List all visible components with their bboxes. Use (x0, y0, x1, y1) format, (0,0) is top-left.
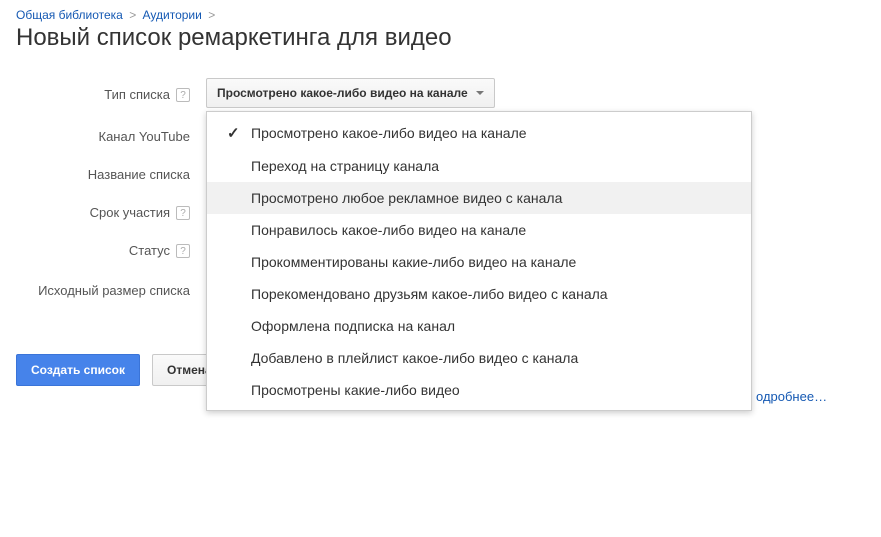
breadcrumb-sep: > (208, 8, 215, 22)
label-list-type: Тип списка (104, 86, 170, 104)
dropdown-menu: ✓Просмотрено какое-либо видео на каналеП… (206, 111, 752, 411)
chevron-down-icon (476, 91, 484, 95)
dropdown-option-label: Порекомендовано друзьям какое-либо видео… (251, 286, 608, 302)
dropdown-option-label: Понравилось какое-либо видео на канале (251, 222, 526, 238)
dropdown-option[interactable]: Просмотрено любое рекламное видео с кана… (207, 182, 751, 214)
breadcrumb: Общая библиотека > Аудитории > (16, 8, 865, 22)
label-list-name: Название списка (88, 166, 190, 184)
checkmark-icon: ✓ (227, 124, 251, 142)
dropdown-option[interactable]: ✓Просмотрено какое-либо видео на канале (207, 116, 751, 150)
help-icon[interactable]: ? (176, 244, 190, 258)
label-youtube-channel: Канал YouTube (99, 128, 191, 146)
dropdown-option[interactable]: Понравилось какое-либо видео на канале (207, 214, 751, 246)
create-list-button[interactable]: Создать список (16, 354, 140, 386)
dropdown-option-label: Прокомментированы какие-либо видео на ка… (251, 254, 576, 270)
form-area: Тип списка ? Просмотрено какое-либо виде… (16, 78, 865, 300)
breadcrumb-sep: > (129, 8, 136, 22)
list-type-dropdown[interactable]: Просмотрено какое-либо видео на канале (206, 78, 495, 108)
dropdown-option-label: Просмотрены какие-либо видео (251, 382, 460, 398)
dropdown-option[interactable]: Прокомментированы какие-либо видео на ка… (207, 246, 751, 278)
breadcrumb-library-link[interactable]: Общая библиотека (16, 8, 123, 22)
breadcrumb-audiences-link[interactable]: Аудитории (143, 8, 202, 22)
dropdown-option[interactable]: Просмотрены какие-либо видео (207, 374, 751, 406)
help-icon[interactable]: ? (176, 206, 190, 220)
dropdown-option[interactable]: Порекомендовано друзьям какое-либо видео… (207, 278, 751, 310)
dropdown-option-label: Оформлена подписка на канал (251, 318, 455, 334)
dropdown-option-label: Добавлено в плейлист какое-либо видео с … (251, 350, 578, 366)
label-status: Статус (129, 242, 170, 260)
dropdown-option-label: Просмотрено какое-либо видео на канале (251, 125, 527, 141)
dropdown-option[interactable]: Добавлено в плейлист какое-либо видео с … (207, 342, 751, 374)
dropdown-option-label: Переход на страницу канала (251, 158, 439, 174)
row-list-type: Тип списка ? Просмотрено какое-либо виде… (16, 78, 865, 108)
dropdown-option[interactable]: Переход на страницу канала (207, 150, 751, 182)
label-initial-size: Исходный размер списка (38, 282, 190, 300)
dropdown-selected-label: Просмотрено какое-либо видео на канале (217, 86, 468, 100)
dropdown-option-label: Просмотрено любое рекламное видео с кана… (251, 190, 562, 206)
dropdown-option[interactable]: Оформлена подписка на канал (207, 310, 751, 342)
help-icon[interactable]: ? (176, 88, 190, 102)
learn-more-link[interactable]: одробнее… (756, 389, 827, 404)
label-membership: Срок участия (90, 204, 170, 222)
page-title: Новый список ремаркетинга для видео (16, 24, 865, 52)
